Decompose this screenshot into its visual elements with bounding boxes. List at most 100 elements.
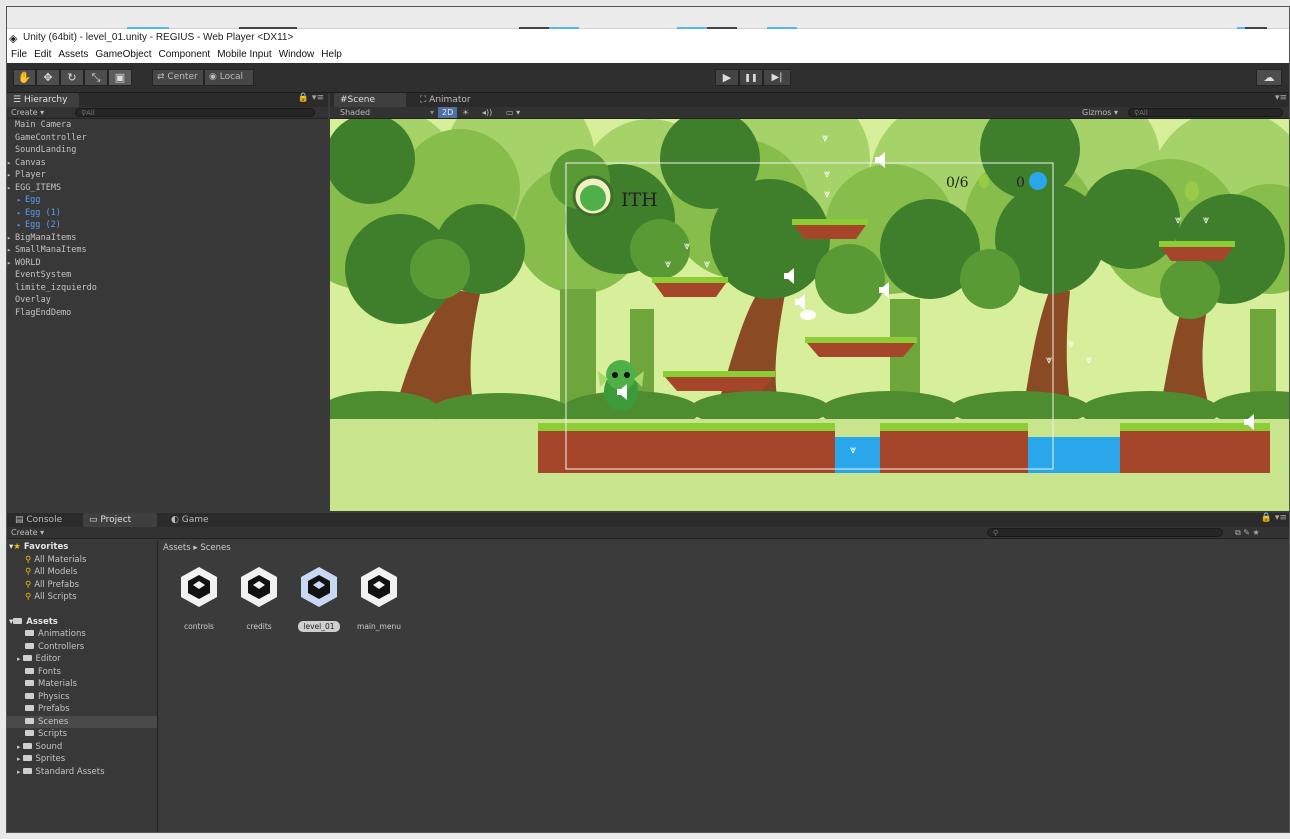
pivot-local-toggle[interactable]: ◉ Local xyxy=(204,69,254,86)
lighting-toggle-icon[interactable]: ☀ xyxy=(462,107,469,118)
folder-item[interactable]: Physics xyxy=(7,691,157,704)
rotate-tool-icon[interactable]: ↻ xyxy=(60,69,84,86)
expand-arrow-icon[interactable]: ▸ xyxy=(17,755,21,763)
hierarchy-tab-label: Hierarchy xyxy=(23,95,68,105)
menu-item-edit[interactable]: Edit xyxy=(31,49,54,60)
hierarchy-item[interactable]: ▸ Player xyxy=(7,169,328,182)
hierarchy-item[interactable]: limite_izquierdo xyxy=(7,282,328,295)
hierarchy-item-label: Egg (1) xyxy=(25,207,61,218)
folder-item[interactable]: ▸ Standard Assets xyxy=(7,766,157,779)
play-button[interactable]: ▶ xyxy=(715,69,739,86)
expand-arrow-icon[interactable]: ▸ xyxy=(7,182,15,195)
menu-item-assets[interactable]: Assets xyxy=(55,49,91,60)
folder-item[interactable]: ▸ Editor xyxy=(7,653,157,666)
folder-item[interactable]: Materials xyxy=(7,678,157,691)
expand-arrow-icon[interactable]: ▸ xyxy=(17,207,25,220)
tab-project[interactable]: ▭ Project xyxy=(83,513,157,527)
tab-console[interactable]: ▤ Console xyxy=(9,513,79,527)
assets-label: Assets xyxy=(26,616,58,627)
hierarchy-item[interactable]: EventSystem xyxy=(7,269,328,282)
favorites-header[interactable]: ▾★ Favorites xyxy=(7,541,157,554)
scene-asset[interactable]: credits xyxy=(229,565,289,633)
folder-item[interactable]: Animations xyxy=(7,628,157,641)
panel-menu-icon[interactable]: ▾≡ xyxy=(1275,93,1287,103)
expand-arrow-icon[interactable]: ▸ xyxy=(7,232,15,245)
expand-arrow-icon[interactable]: ▸ xyxy=(7,257,15,270)
project-search-input[interactable]: ⚲ xyxy=(987,528,1223,537)
favorite-item[interactable]: ⚲ All Scripts xyxy=(7,591,157,604)
hierarchy-item[interactable]: ▸ Canvas xyxy=(7,157,328,170)
hierarchy-item[interactable]: ▸ Egg (1) xyxy=(7,207,328,220)
folder-item[interactable]: ▸ Sprites xyxy=(7,753,157,766)
hierarchy-item[interactable]: ▸ Egg xyxy=(7,194,328,207)
scale-tool-icon[interactable]: ⤡ xyxy=(84,69,108,86)
effects-toggle-icon[interactable]: ▭ ▾ xyxy=(506,107,520,118)
expand-arrow-icon[interactable]: ▸ xyxy=(7,157,15,170)
menu-item-mobile-input[interactable]: Mobile Input xyxy=(214,49,274,60)
folder-item[interactable]: ▸ Sound xyxy=(7,741,157,754)
hierarchy-item[interactable]: SoundLanding xyxy=(7,144,328,157)
hand-tool-icon[interactable]: ✋ xyxy=(13,69,36,86)
scene-asset[interactable]: controls xyxy=(169,565,229,633)
pause-button[interactable]: ❚❚ xyxy=(739,69,763,86)
favorite-item[interactable]: ⚲ All Materials xyxy=(7,554,157,567)
panel-menu-icon[interactable]: 🔒 ▾≡ xyxy=(1261,513,1287,523)
tab-animator[interactable]: ⛶ Animator xyxy=(414,93,484,107)
expand-arrow-icon[interactable]: ▸ xyxy=(17,655,21,663)
scene-search-input[interactable]: ⚲All xyxy=(1128,108,1283,117)
folder-label: Editor xyxy=(35,654,61,664)
console-tab-label: Console xyxy=(26,515,63,525)
folder-item[interactable]: Prefabs xyxy=(7,703,157,716)
audio-toggle-icon[interactable]: ◂)) xyxy=(482,107,492,118)
pivot-center-toggle[interactable]: ⇄ Center xyxy=(152,69,204,86)
move-tool-icon[interactable]: ✥ xyxy=(36,69,60,86)
expand-arrow-icon[interactable]: ▸ xyxy=(17,219,25,232)
scene-asset-label: level_01 xyxy=(298,621,340,632)
hierarchy-item[interactable]: ▸ WORLD xyxy=(7,257,328,270)
hierarchy-item[interactable]: Main Camera xyxy=(7,119,328,132)
folder-item[interactable]: Scripts xyxy=(7,728,157,741)
filter-icons[interactable]: ⧉ ✎ ★ xyxy=(1235,527,1260,538)
shading-mode-dropdown[interactable]: Shaded xyxy=(340,107,370,118)
menu-item-file[interactable]: File xyxy=(8,49,30,60)
expand-arrow-icon[interactable]: ▸ xyxy=(17,768,21,776)
folder-item[interactable]: Scenes xyxy=(7,715,157,728)
hierarchy-item[interactable]: FlagEndDemo xyxy=(7,307,328,320)
tab-scene[interactable]: #Scene xyxy=(334,93,406,107)
game-scene-canvas[interactable]: ⩔ ⩔ ⩔ ⩔ ⩔ ⩔ ⩔ ⩔ ⩔ ⩔ ⩔ ⩔ ITH 0/6 0 xyxy=(330,119,1289,511)
expand-arrow-icon[interactable]: ▸ xyxy=(17,194,25,207)
menu-item-help[interactable]: Help xyxy=(318,49,345,60)
2d-toggle[interactable]: 2D xyxy=(438,107,458,118)
water-segment xyxy=(1028,437,1123,473)
menu-item-window[interactable]: Window xyxy=(276,49,318,60)
hierarchy-item[interactable]: ▸ Egg (2) xyxy=(7,219,328,232)
hierarchy-item[interactable]: ▸ SmallManaItems xyxy=(7,244,328,257)
hierarchy-item[interactable]: GameController xyxy=(7,132,328,145)
unity-scene-icon xyxy=(301,567,337,607)
folder-item[interactable]: Fonts xyxy=(7,666,157,679)
expand-arrow-icon[interactable]: ▸ xyxy=(17,743,21,751)
scene-asset[interactable]: main_menu xyxy=(349,565,409,633)
project-create-button[interactable]: Create ▾ xyxy=(7,528,44,537)
folder-item[interactable]: Controllers xyxy=(7,641,157,654)
expand-arrow-icon[interactable]: ▸ xyxy=(7,244,15,257)
hierarchy-item[interactable]: Overlay xyxy=(7,294,328,307)
assets-header[interactable]: ▾ Assets xyxy=(7,616,157,629)
favorite-item[interactable]: ⚲ All Prefabs xyxy=(7,579,157,592)
panel-menu-icon[interactable]: 🔒 ▾≡ xyxy=(298,93,324,103)
step-button[interactable]: ▶| xyxy=(763,69,791,86)
cloud-icon[interactable]: ☁ xyxy=(1256,69,1282,86)
hierarchy-item[interactable]: ▸ EGG_ITEMS xyxy=(7,182,328,195)
tab-hierarchy[interactable]: ☰ Hierarchy xyxy=(7,93,79,107)
favorite-item[interactable]: ⚲ All Models xyxy=(7,566,157,579)
expand-arrow-icon[interactable]: ▸ xyxy=(7,169,15,182)
menu-item-component[interactable]: Component xyxy=(156,49,214,60)
gizmos-dropdown[interactable]: Gizmos ▾ xyxy=(1082,107,1118,118)
menu-item-gameobject[interactable]: GameObject xyxy=(92,49,154,60)
tab-game[interactable]: ◐ Game xyxy=(165,513,225,527)
scene-asset[interactable]: level_01 xyxy=(289,565,349,633)
hierarchy-create-button[interactable]: Create ▾ xyxy=(7,108,44,117)
hierarchy-item[interactable]: ▸ BigManaItems xyxy=(7,232,328,245)
hierarchy-search-input[interactable]: ⚲All xyxy=(75,108,315,117)
rect-tool-icon[interactable]: ▣ xyxy=(108,69,132,86)
